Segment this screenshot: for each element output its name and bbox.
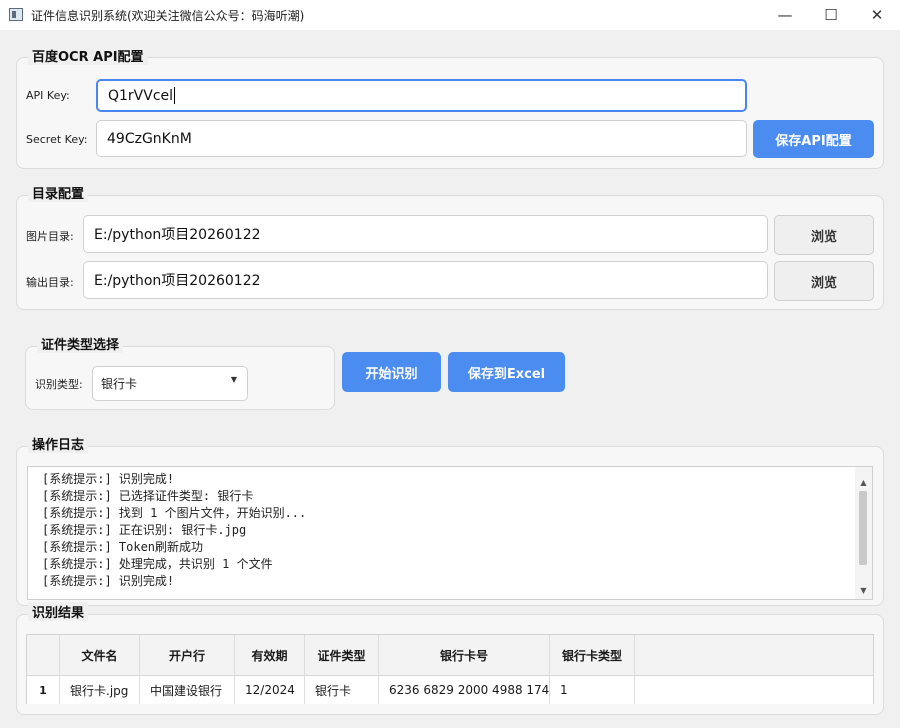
api-key-input[interactable]: Q1rVVcel bbox=[96, 79, 747, 112]
api-key-label: API Key: bbox=[26, 89, 70, 102]
log-line: [系统提示:] 已选择证件类型: 银行卡 bbox=[42, 489, 254, 503]
log-line: [系统提示:] 识别完成! bbox=[42, 472, 175, 486]
output-dir-value: E:/python项目20260122 bbox=[94, 273, 261, 289]
secret-key-value: 49CzGnKnM bbox=[107, 130, 192, 147]
results-title: 识别结果 bbox=[28, 602, 89, 621]
log-line: [系统提示:] 处理完成，共识别 1 个文件 bbox=[42, 557, 273, 571]
text-caret bbox=[174, 87, 176, 104]
api-key-value: Q1rVVcel bbox=[108, 87, 174, 104]
table-cell[interactable]: 中国建设银行 bbox=[140, 676, 235, 704]
browse-output-dir-button[interactable]: 浏览 bbox=[774, 261, 874, 301]
log-lines: [系统提示:] 识别完成! [系统提示:] 已选择证件类型: 银行卡 [系统提示… bbox=[42, 467, 307, 590]
table-header-row: 文件名 开户行 有效期 证件类型 银行卡号 银行卡类型 bbox=[27, 635, 873, 676]
image-dir-value: E:/python项目20260122 bbox=[94, 227, 261, 243]
table-cell[interactable]: 1 bbox=[550, 676, 635, 704]
type-select-title: 证件类型选择 bbox=[37, 334, 124, 353]
dir-config-title: 目录配置 bbox=[28, 183, 89, 202]
table-row[interactable]: 1 银行卡.jpg 中国建设银行 12/2024 银行卡 6236 6829 2… bbox=[27, 676, 873, 704]
log-scrollbar[interactable]: ▲ ▼ bbox=[855, 467, 872, 599]
log-line: [系统提示:] Token刷新成功 bbox=[42, 540, 204, 554]
image-dir-input[interactable]: E:/python项目20260122 bbox=[83, 215, 768, 253]
save-api-config-button[interactable]: 保存API配置 bbox=[753, 120, 874, 158]
column-header[interactable]: 证件类型 bbox=[305, 635, 379, 675]
corner-cell bbox=[27, 635, 60, 675]
output-dir-input[interactable]: E:/python项目20260122 bbox=[83, 261, 768, 299]
close-button[interactable]: ✕ bbox=[854, 0, 900, 30]
scroll-thumb[interactable] bbox=[859, 491, 867, 565]
log-textarea[interactable]: [系统提示:] 识别完成! [系统提示:] 已选择证件类型: 银行卡 [系统提示… bbox=[27, 466, 873, 600]
table-cell[interactable]: 银行卡.jpg bbox=[60, 676, 140, 704]
api-config-title: 百度OCR API配置 bbox=[28, 46, 148, 65]
title-bar: 证件信息识别系统(欢迎关注微信公众号：码海听潮) — ☐ ✕ bbox=[0, 0, 900, 30]
row-number[interactable]: 1 bbox=[27, 676, 60, 704]
maximize-button[interactable]: ☐ bbox=[808, 0, 854, 30]
log-title: 操作日志 bbox=[28, 434, 89, 453]
output-dir-label: 输出目录: bbox=[26, 276, 74, 289]
log-line: [系统提示:] 正在识别: 银行卡.jpg bbox=[42, 523, 247, 537]
table-cell[interactable]: 银行卡 bbox=[305, 676, 379, 704]
column-header[interactable]: 有效期 bbox=[235, 635, 305, 675]
type-select-value: 银行卡 bbox=[101, 377, 138, 391]
column-header[interactable]: 银行卡号 bbox=[379, 635, 550, 675]
log-line: [系统提示:] 识别完成! bbox=[42, 574, 175, 588]
log-line: [系统提示:] 找到 1 个图片文件，开始识别... bbox=[42, 506, 307, 520]
minimize-button[interactable]: — bbox=[762, 0, 808, 30]
secret-key-label: Secret Key: bbox=[26, 133, 88, 146]
column-header[interactable]: 开户行 bbox=[140, 635, 235, 675]
type-select-dropdown[interactable]: 银行卡 ▼ bbox=[92, 366, 248, 401]
secret-key-input[interactable]: 49CzGnKnM bbox=[96, 120, 747, 157]
column-header[interactable]: 文件名 bbox=[60, 635, 140, 675]
column-header[interactable]: 银行卡类型 bbox=[550, 635, 635, 675]
browse-image-dir-button[interactable]: 浏览 bbox=[774, 215, 874, 255]
start-recognition-button[interactable]: 开始识别 bbox=[342, 352, 441, 392]
dropdown-arrow-icon: ▼ bbox=[230, 375, 237, 384]
scroll-up-icon[interactable]: ▲ bbox=[855, 475, 872, 491]
save-to-excel-button[interactable]: 保存到Excel bbox=[448, 352, 565, 392]
table-cell[interactable]: 12/2024 bbox=[235, 676, 305, 704]
image-dir-label: 图片目录: bbox=[26, 230, 74, 243]
scroll-down-icon[interactable]: ▼ bbox=[855, 583, 872, 599]
results-table[interactable]: 文件名 开户行 有效期 证件类型 银行卡号 银行卡类型 1 银行卡.jpg 中国… bbox=[26, 634, 874, 704]
type-select-label: 识别类型: bbox=[35, 378, 83, 391]
table-cell[interactable]: 6236 6829 2000 4988 174 bbox=[379, 676, 550, 704]
window-title: 证件信息识别系统(欢迎关注微信公众号：码海听潮) bbox=[31, 9, 305, 23]
app-icon bbox=[9, 8, 23, 21]
